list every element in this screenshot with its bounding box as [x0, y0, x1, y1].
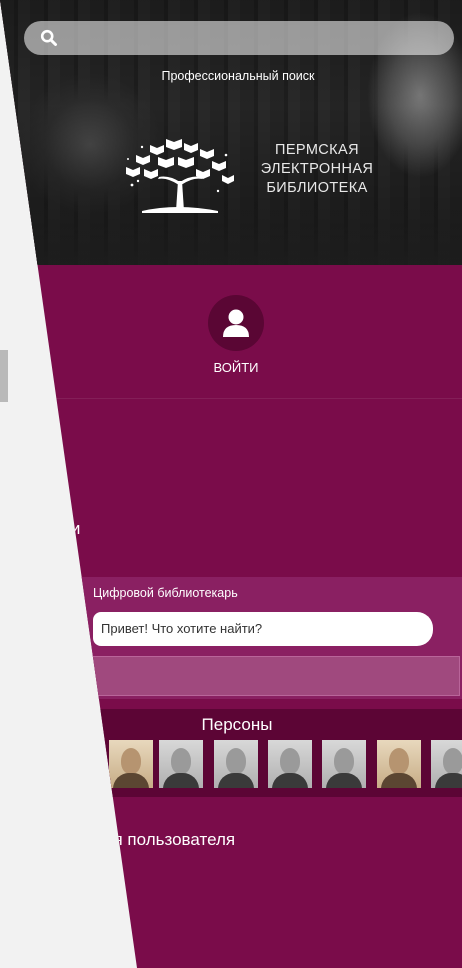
library-logo-text[interactable]: ПЕРМСКАЯ ЭЛЕКТРОННАЯ БИБЛИОТЕКА — [252, 141, 382, 198]
professional-search-link[interactable]: Профессиональный поиск — [0, 69, 462, 83]
logo-line-3: БИБЛИОТЕКА — [266, 180, 368, 196]
mobile-menu-panel: Профессиональный поиск ПЕРМСКАЯ ЭЛЕКТРОН… — [0, 0, 462, 968]
login-link[interactable]: ВОЙТИ — [200, 360, 272, 375]
person-portrait-3[interactable] — [214, 740, 258, 788]
hero-banner: Профессиональный поиск ПЕРМСКАЯ ЭЛЕКТРОН… — [0, 0, 462, 265]
person-portrait-2[interactable] — [159, 740, 203, 788]
library-logo-tree-icon[interactable] — [122, 133, 236, 213]
person-portrait-7[interactable] — [431, 740, 462, 788]
search-icon[interactable] — [40, 29, 58, 47]
search-input[interactable] — [24, 21, 454, 55]
divider — [0, 398, 462, 399]
menu-item-user-profile[interactable]: ия пользователя — [104, 830, 235, 850]
person-portrait-4[interactable] — [268, 740, 312, 788]
menu-item-catalog[interactable]: лог — [34, 451, 60, 471]
persons-section: Персоны — [0, 709, 462, 797]
scroll-handle[interactable] — [0, 350, 8, 402]
person-portrait-6[interactable] — [377, 740, 421, 788]
librarian-greeting-bubble: Привет! Что хотите найти? — [93, 612, 433, 646]
digital-librarian-title: Цифровой библиотекарь — [93, 586, 238, 600]
digital-librarian-widget: Цифровой библиотекарь Привет! Что хотите… — [0, 577, 462, 699]
person-portrait-5[interactable] — [322, 740, 366, 788]
person-portrait-1[interactable] — [109, 740, 153, 788]
logo-line-1: ПЕРМСКАЯ — [275, 142, 359, 158]
user-icon — [223, 309, 249, 337]
librarian-chat-input[interactable] — [0, 656, 460, 696]
persons-title[interactable]: Персоны — [0, 715, 462, 735]
logo-line-2: ЭЛЕКТРОННАЯ — [260, 161, 374, 177]
login-avatar-button[interactable] — [208, 295, 264, 351]
menu-item-collections[interactable]: нки — [54, 519, 80, 539]
